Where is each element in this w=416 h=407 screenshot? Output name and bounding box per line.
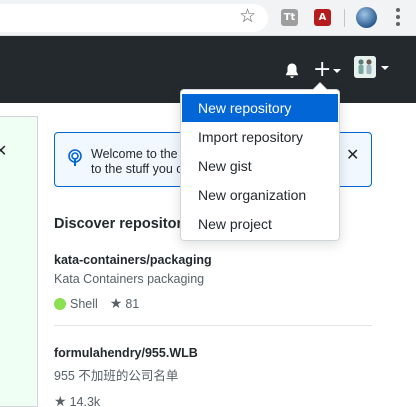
repo-meta: Shell ★ 81 <box>54 296 372 312</box>
list-item: formulahendry/955.WLB 955 不加班的公司名单 ★ 14.… <box>54 346 372 407</box>
repo-meta: ★ 14.3k <box>54 394 372 407</box>
star-icon: ★ <box>54 394 67 407</box>
bookmark-star-icon[interactable]: ☆ <box>239 7 256 26</box>
browser-menu-icon[interactable] <box>396 8 400 27</box>
toolbar-divider <box>344 9 345 27</box>
list-item: kata-containers/packaging Kata Container… <box>54 253 372 326</box>
broadcast-icon <box>68 149 82 166</box>
browser-toolbar: ☆ Tt A <box>0 0 416 36</box>
pdf-extension-icon[interactable]: A <box>314 9 331 26</box>
menu-item-new-organization[interactable]: New organization <box>182 181 338 209</box>
repo-description: Kata Containers packaging <box>54 272 205 286</box>
dropdown-caret <box>312 82 328 90</box>
repo-stars[interactable]: 14.3k <box>70 395 101 407</box>
repo-description: 955 不加班的公司名单 <box>54 369 179 383</box>
chevron-down-icon <box>333 69 341 73</box>
menu-item-new-repository[interactable]: New repository <box>182 94 338 122</box>
repo-link[interactable]: kata-containers/packaging <box>54 253 372 267</box>
language-color-dot <box>54 298 66 310</box>
menu-item-new-gist[interactable]: New gist <box>182 152 338 180</box>
extension-icon[interactable]: Tt <box>281 9 298 26</box>
repo-link[interactable]: formulahendry/955.WLB <box>54 346 372 360</box>
close-icon[interactable]: ✕ <box>0 141 14 161</box>
menu-item-import-repository[interactable]: Import repository <box>182 123 338 151</box>
user-menu-button[interactable] <box>354 56 390 82</box>
profile-globe-icon[interactable] <box>356 7 377 28</box>
bell-icon[interactable] <box>284 62 300 80</box>
create-new-dropdown: New repository Import repository New gis… <box>180 82 340 241</box>
star-icon: ★ <box>109 296 123 312</box>
plus-icon: + <box>313 57 332 82</box>
address-bar[interactable] <box>0 4 268 32</box>
chevron-down-icon <box>381 66 389 70</box>
close-icon[interactable]: ✕ <box>346 145 359 164</box>
repo-language: Shell <box>70 297 98 311</box>
banner-message: Welcome to the to the stuff you c <box>91 147 181 176</box>
avatar <box>354 56 376 78</box>
create-new-button[interactable]: + <box>313 58 343 82</box>
menu-item-new-project[interactable]: New project <box>182 210 338 238</box>
repo-stars[interactable]: 81 <box>125 297 139 311</box>
